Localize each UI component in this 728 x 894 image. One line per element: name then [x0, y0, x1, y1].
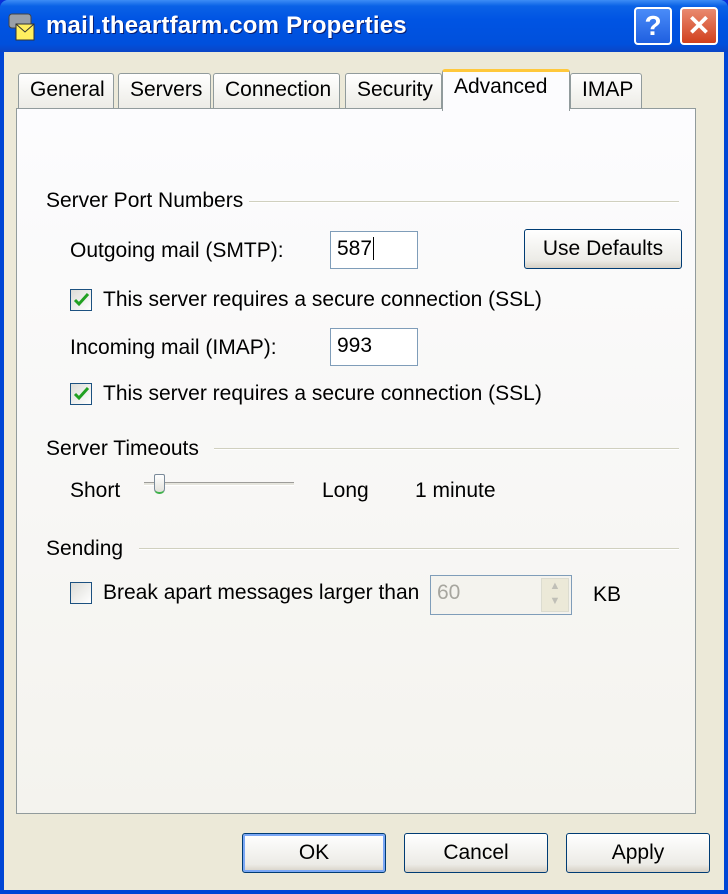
imap-port-input[interactable]: 993 — [330, 328, 418, 366]
title-bar[interactable]: mail.theartfarm.com Properties ? ✕ — [0, 0, 728, 52]
timeout-value: 1 minute — [415, 479, 496, 502]
checkmark-icon — [73, 292, 90, 307]
smtp-port-value: 587 — [337, 237, 373, 260]
smtp-ssl-checkbox[interactable] — [70, 289, 92, 311]
imap-ssl-checkbox[interactable] — [70, 383, 92, 405]
ok-button[interactable]: OK — [242, 833, 386, 873]
break-apart-checkbox[interactable] — [70, 582, 92, 604]
timeout-slider[interactable] — [144, 482, 294, 486]
cancel-button[interactable]: Cancel — [404, 833, 548, 873]
tab-security[interactable]: Security — [345, 73, 442, 109]
spinner-arrows-icon: ▲ ▼ — [541, 578, 569, 612]
tab-connection[interactable]: Connection — [213, 73, 341, 109]
smtp-label: Outgoing mail (SMTP): — [70, 239, 284, 262]
tab-general[interactable]: General — [18, 73, 114, 109]
help-button[interactable]: ? — [634, 7, 672, 45]
tab-advanced[interactable]: Advanced — [442, 69, 570, 111]
mail-account-icon — [8, 13, 35, 41]
smtp-port-input[interactable]: 587 — [330, 231, 418, 269]
timeout-short-label: Short — [70, 479, 121, 502]
divider — [214, 448, 679, 450]
use-defaults-button[interactable]: Use Defaults — [524, 229, 682, 269]
imap-label: Incoming mail (IMAP): — [70, 336, 277, 359]
size-unit-label: KB — [593, 583, 622, 606]
window-title: mail.theartfarm.com Properties — [46, 12, 407, 39]
imap-ssl-label[interactable]: This server requires a secure connection… — [103, 382, 542, 406]
group-sending: Sending — [46, 537, 124, 560]
timeout-long-label: Long — [322, 479, 369, 502]
size-value: 60 — [437, 581, 461, 604]
timeout-slider-thumb[interactable] — [154, 474, 165, 494]
tab-servers[interactable]: Servers — [118, 73, 212, 109]
properties-window: mail.theartfarm.com Properties ? ✕ Gener… — [0, 0, 728, 894]
divider — [249, 201, 679, 203]
size-spinner: 60 ▲ ▼ — [430, 575, 572, 615]
apply-button[interactable]: Apply — [566, 833, 710, 873]
group-server-port-numbers: Server Port Numbers — [46, 189, 244, 212]
advanced-panel: Server Port Numbers Outgoing mail (SMTP)… — [16, 108, 696, 814]
checkmark-icon — [73, 386, 90, 401]
break-apart-label[interactable]: Break apart messages larger than — [103, 581, 419, 605]
tab-imap[interactable]: IMAP — [570, 73, 643, 109]
smtp-ssl-label[interactable]: This server requires a secure connection… — [103, 288, 542, 312]
divider — [139, 548, 679, 550]
dialog-body: General Servers Connection Security Adva… — [4, 52, 724, 890]
close-button[interactable]: ✕ — [680, 7, 718, 45]
group-server-timeouts: Server Timeouts — [46, 437, 199, 460]
